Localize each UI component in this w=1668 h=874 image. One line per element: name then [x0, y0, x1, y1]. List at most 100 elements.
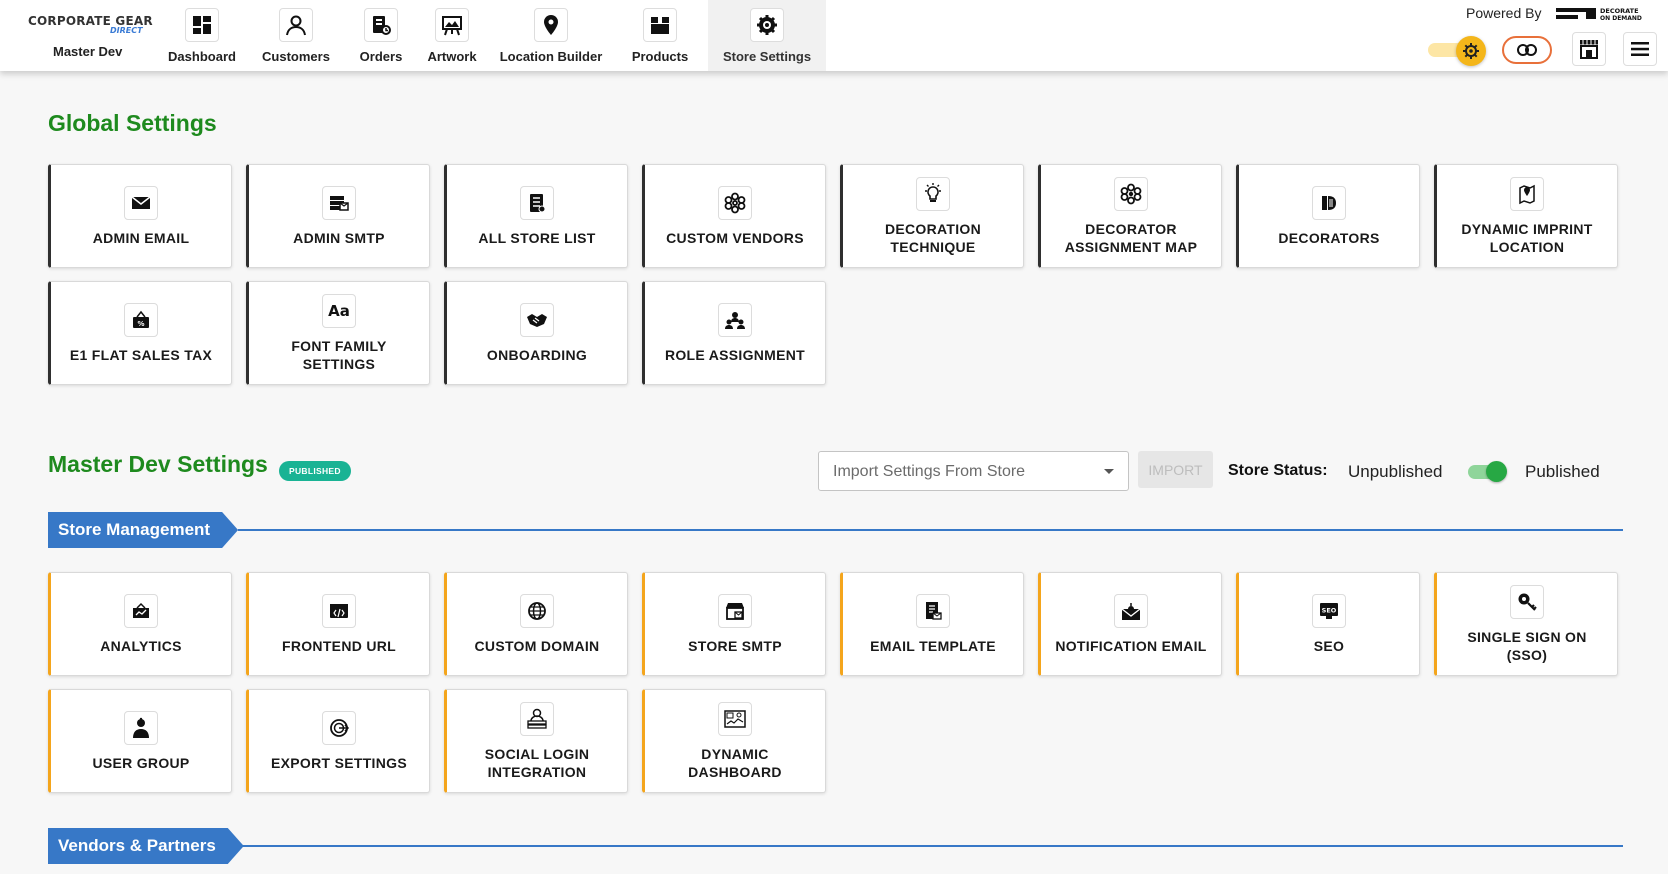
nav-customers[interactable]: Customers: [244, 0, 348, 71]
tile-decorator-assignment-map[interactable]: DECORATOR ASSIGNMENT MAP: [1038, 164, 1222, 268]
svg-text:%: %: [137, 320, 144, 328]
tile-export-settings[interactable]: EXPORT SETTINGS: [246, 689, 430, 793]
store-name: Master Dev: [53, 44, 123, 59]
status-badge: PUBLISHED: [279, 461, 351, 481]
nav-products[interactable]: Products: [612, 0, 708, 71]
tile-seo[interactable]: SEO SEO: [1236, 572, 1420, 676]
storefront-button[interactable]: [1572, 32, 1606, 66]
tax-icon: %: [124, 302, 158, 337]
store-management-grid: ANALYTICS FRONTEND URL CUSTOM DOMAIN STO…: [48, 572, 1618, 793]
brand-line2: DIRECT: [110, 26, 143, 35]
tile-notification-email[interactable]: NOTIFICATION EMAIL: [1038, 572, 1222, 676]
tile-label: ADMIN EMAIL: [92, 229, 190, 246]
tile-label: DECORATOR ASSIGNMENT MAP: [1064, 220, 1198, 255]
tile-label: USER GROUP: [92, 754, 190, 771]
top-bar: CORPORATE GEAR DIRECT Master Dev Dashboa…: [0, 0, 1668, 71]
tile-onboarding[interactable]: ONBOARDING: [444, 281, 628, 385]
nav-store-settings[interactable]: Store Settings: [708, 0, 826, 71]
gear-icon: [1456, 36, 1486, 66]
nav-label: Customers: [262, 49, 330, 64]
handshake-icon: [520, 302, 554, 337]
nav-label: Orders: [359, 49, 403, 64]
tile-label: EMAIL TEMPLATE: [870, 637, 996, 654]
store-status-label: Store Status:: [1228, 462, 1328, 479]
template-icon: [916, 593, 950, 628]
tile-decorators[interactable]: DECORATORS: [1236, 164, 1420, 268]
import-button[interactable]: IMPORT: [1138, 451, 1213, 488]
global-settings-title: Global Settings: [48, 110, 217, 136]
tile-dynamic-imprint-location[interactable]: DYNAMIC IMPRINT LOCATION: [1434, 164, 1618, 268]
tile-label: DYNAMIC DASHBOARD: [688, 745, 782, 780]
toggle-knob: [1486, 461, 1507, 482]
nav-location-builder[interactable]: Location Builder: [490, 0, 612, 71]
store-icon: [718, 593, 752, 628]
tile-label: E1 FLAT SALES TAX: [69, 346, 213, 363]
tile-font-family-settings[interactable]: Aa FONT FAMILY SETTINGS: [246, 281, 430, 385]
svg-text:ON DEMAND: ON DEMAND: [1600, 15, 1642, 22]
export-icon: [322, 710, 356, 745]
map-pin-icon: [1510, 176, 1544, 211]
import-settings-placeholder: Import Settings From Store: [833, 463, 1026, 480]
tile-e1-flat-sales-tax[interactable]: % E1 FLAT SALES TAX: [48, 281, 232, 385]
chevron-down-icon: [1104, 469, 1114, 474]
tile-all-store-list[interactable]: ALL STORE LIST: [444, 164, 628, 268]
tile-frontend-url[interactable]: FRONTEND URL: [246, 572, 430, 676]
lightbulb-icon: [916, 176, 950, 211]
copy-link-button[interactable]: [1502, 36, 1552, 64]
tile-admin-smtp[interactable]: ADMIN SMTP: [246, 164, 430, 268]
dashboard-chart-icon: [718, 701, 752, 736]
nav-label: Artwork: [427, 49, 477, 64]
nav-dashboard[interactable]: Dashboard: [160, 0, 244, 71]
vendors-partners-title: Vendors & Partners: [48, 828, 244, 864]
tile-label: STORE SMTP: [688, 637, 782, 654]
import-settings-select[interactable]: Import Settings From Store: [818, 451, 1129, 491]
tile-social-login-integration[interactable]: SOCIAL LOGIN INTEGRATION: [444, 689, 628, 793]
divider: [240, 845, 1623, 847]
tile-label: DYNAMIC IMPRINT LOCATION: [1461, 220, 1593, 255]
divider: [238, 529, 1623, 531]
nav-artwork[interactable]: Artwork: [414, 0, 490, 71]
products-icon: [643, 8, 677, 42]
svg-text:SEO: SEO: [1322, 606, 1337, 614]
nav-orders[interactable]: Orders: [348, 0, 414, 71]
decorate-on-demand-logo: DECORATE ON DEMAND: [1556, 7, 1642, 22]
tile-label: SOCIAL LOGIN INTEGRATION: [484, 745, 590, 780]
dashboard-icon: [185, 8, 219, 42]
seo-icon: SEO: [1312, 593, 1346, 628]
storefront-icon: [1580, 40, 1598, 59]
store-management-title: Store Management: [48, 512, 238, 548]
tile-label: DECORATORS: [1278, 229, 1380, 246]
decorators-icon: [1312, 185, 1346, 220]
tile-label: NOTIFICATION EMAIL: [1055, 637, 1207, 654]
tile-admin-email[interactable]: ADMIN EMAIL: [48, 164, 232, 268]
tile-analytics[interactable]: ANALYTICS: [48, 572, 232, 676]
artwork-icon: [435, 8, 469, 42]
brand-logo[interactable]: CORPORATE GEAR DIRECT: [28, 14, 158, 35]
tile-label: FONT FAMILY SETTINGS: [291, 337, 387, 372]
role-icon: [718, 302, 752, 337]
store-status-toggle[interactable]: [1468, 460, 1508, 484]
tile-decoration-technique[interactable]: DECORATION TECHNIQUE: [840, 164, 1024, 268]
tile-label: ONBOARDING: [486, 346, 588, 363]
tile-custom-domain[interactable]: CUSTOM DOMAIN: [444, 572, 628, 676]
tile-label: SINGLE SIGN ON (SSO): [1467, 628, 1587, 663]
vendors-icon: [718, 185, 752, 220]
master-dev-settings-title: Master Dev Settings: [48, 451, 268, 477]
tile-single-sign-on[interactable]: SINGLE SIGN ON (SSO): [1434, 572, 1618, 676]
tile-custom-vendors[interactable]: CUSTOM VENDORS: [642, 164, 826, 268]
tile-email-template[interactable]: EMAIL TEMPLATE: [840, 572, 1024, 676]
store-management-header: Store Management: [48, 512, 1623, 548]
tile-dynamic-dashboard[interactable]: DYNAMIC DASHBOARD: [642, 689, 826, 793]
list-icon: [520, 185, 554, 220]
tile-user-group[interactable]: USER GROUP: [48, 689, 232, 793]
tile-store-smtp[interactable]: STORE SMTP: [642, 572, 826, 676]
tile-role-assignment[interactable]: ROLE ASSIGNMENT: [642, 281, 826, 385]
user-group-icon: [124, 710, 158, 745]
menu-button[interactable]: [1623, 32, 1657, 66]
customers-icon: [279, 8, 313, 42]
font-icon: Aa: [322, 293, 356, 328]
main-nav: Dashboard Customers Orders Artwork Locat…: [160, 0, 826, 71]
tile-label: SEO: [1313, 637, 1345, 654]
theme-toggle[interactable]: [1428, 36, 1490, 66]
hamburger-icon: [1631, 42, 1649, 56]
